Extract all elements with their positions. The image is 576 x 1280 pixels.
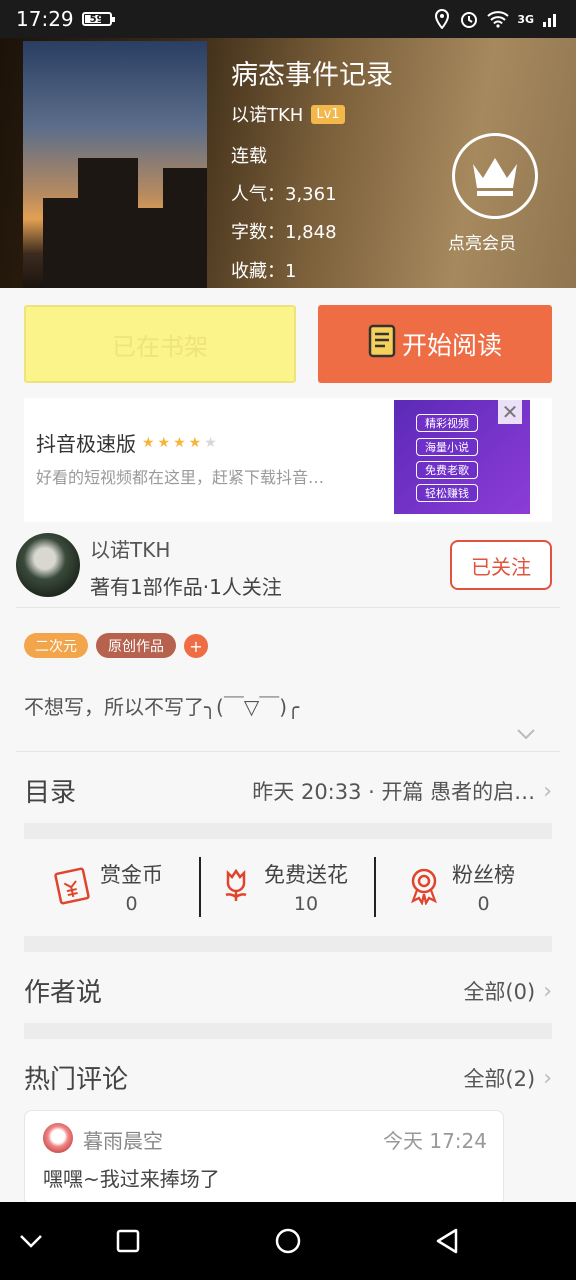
section-gap [24,936,552,952]
stat-label: 粉丝榜 [452,863,515,887]
author-avatar[interactable] [16,533,80,597]
medal-icon [404,865,444,909]
status-bar: 17:29 59 3G [0,0,576,38]
ad-title-row: 抖音极速版 ★★★★★ [36,428,220,457]
location-icon [433,9,451,29]
expand-chevron-icon[interactable] [516,726,536,745]
book-header: 病态事件记录 以诺TKH Lv1 连载 人气：3,361 字数：1,848 收藏… [0,38,576,288]
book-author[interactable]: 以诺TKH [231,101,303,127]
divider [16,607,560,608]
ad-banner[interactable]: 抖音极速版 ★★★★★ 好看的短视频都在这里，赶紧下载抖音… 精彩视频 海量小说… [24,398,552,522]
commenter-name[interactable]: 暮雨晨空 [83,1125,163,1154]
flower-icon [216,865,256,909]
book-description: 不想写，所以不写了╮(￣▽￣)╭ [24,695,300,719]
stat-value: 0 [125,893,138,915]
ad-image-item: 海量小说 [416,438,478,456]
chevron-down-icon[interactable] [16,1226,46,1256]
book-status: 连载 [231,146,267,167]
ad-image[interactable]: 精彩视频 海量小说 免费老歌 轻松赚钱 ✕ [394,400,530,514]
book-cover-image[interactable] [23,41,207,288]
hot-comments-all[interactable]: 全部(2) [463,1063,535,1093]
fan-rank-stat[interactable]: 粉丝榜 0 [404,856,515,918]
section-gap [24,1023,552,1039]
signal-icon [542,10,560,28]
ad-rating-stars: ★★★★★ [142,434,220,451]
author-says-all[interactable]: 全部(0) [463,976,535,1006]
stat-label: 免费送花 [264,863,348,887]
book-popularity: 人气：3,361 [231,184,337,205]
ad-image-item: 轻松赚钱 [416,484,478,502]
status-icons: 3G [433,9,560,29]
ad-image-item: 精彩视频 [416,414,478,432]
chevron-right-icon: › [543,978,552,1004]
divider [374,857,376,917]
book-word-count: 字数：1,848 [231,222,337,243]
divider [199,857,201,917]
alarm-icon [459,9,479,29]
commenter-avatar[interactable] [43,1123,73,1153]
battery-icon: 59 [81,12,115,26]
stat-label: 赏金币 [100,863,163,887]
section-gap [24,823,552,839]
author-says-title: 作者说 [24,978,103,1008]
ad-description: 好看的短视频都在这里，赶紧下载抖音… [36,468,325,487]
author-level-badge: Lv1 [311,104,345,124]
red-envelope-icon [50,865,92,909]
recent-apps-icon[interactable] [113,1226,143,1256]
divider [16,751,560,752]
add-tag-button[interactable]: + [184,634,208,658]
book-author-line[interactable]: 以诺TKH Lv1 [231,101,345,127]
free-flowers-stat[interactable]: 免费送花 10 [216,856,348,918]
toc-latest-chapter[interactable]: 昨天 20:33 · 开篇 愚者的启… [252,776,535,806]
status-time: 17:29 [16,7,74,31]
book-favorites: 收藏：1 [231,261,297,282]
toc-title[interactable]: 目录 [24,772,76,809]
chevron-right-icon: › [543,778,552,804]
book-title: 病态事件记录 [231,60,393,91]
ad-close-icon[interactable]: ✕ [498,400,522,424]
hot-comments-title: 热门评论 [24,1065,129,1095]
followed-button[interactable]: 已关注 [450,540,552,590]
back-icon[interactable] [432,1226,462,1256]
ad-image-item: 免费老歌 [416,461,478,479]
comment-time: 今天 17:24 [383,1129,487,1153]
system-navigation-bar [0,1202,576,1280]
stat-value: 0 [477,893,490,915]
tag-item[interactable]: 原创作品 [96,633,176,658]
stat-value: 10 [293,893,319,915]
toc-latest-row[interactable]: 昨天 20:33 · 开篇 愚者的启… › [252,776,552,806]
author-says-all-link[interactable]: 全部(0) › [463,976,552,1006]
battery-level: 59 [89,13,104,25]
hot-comments-all-link[interactable]: 全部(2) › [463,1063,552,1093]
comment-card[interactable]: 暮雨晨空 今天 17:24 嘿嘿~我过来捧场了 [24,1110,504,1206]
chevron-right-icon: › [543,1065,552,1091]
book-icon [368,324,396,364]
wifi-icon [487,10,509,28]
start-reading-button[interactable]: 开始阅读 [318,305,552,383]
network-type: 3G [517,12,534,26]
vip-label[interactable]: 点亮会员 [448,229,516,254]
in-bookshelf-button[interactable]: 已在书架 [24,305,296,383]
comment-text: 嘿嘿~我过来捧场了 [43,1167,220,1191]
author-name[interactable]: 以诺TKH [90,534,170,563]
ad-title: 抖音极速版 [36,432,136,456]
start-reading-label: 开始阅读 [401,331,502,360]
author-stats: 著有1部作品·1人关注 [90,575,282,599]
crown-icon[interactable] [452,133,538,219]
reward-coins-stat[interactable]: 赏金币 0 [50,856,163,918]
home-icon[interactable] [273,1226,303,1256]
tag-item[interactable]: 二次元 [24,633,88,658]
